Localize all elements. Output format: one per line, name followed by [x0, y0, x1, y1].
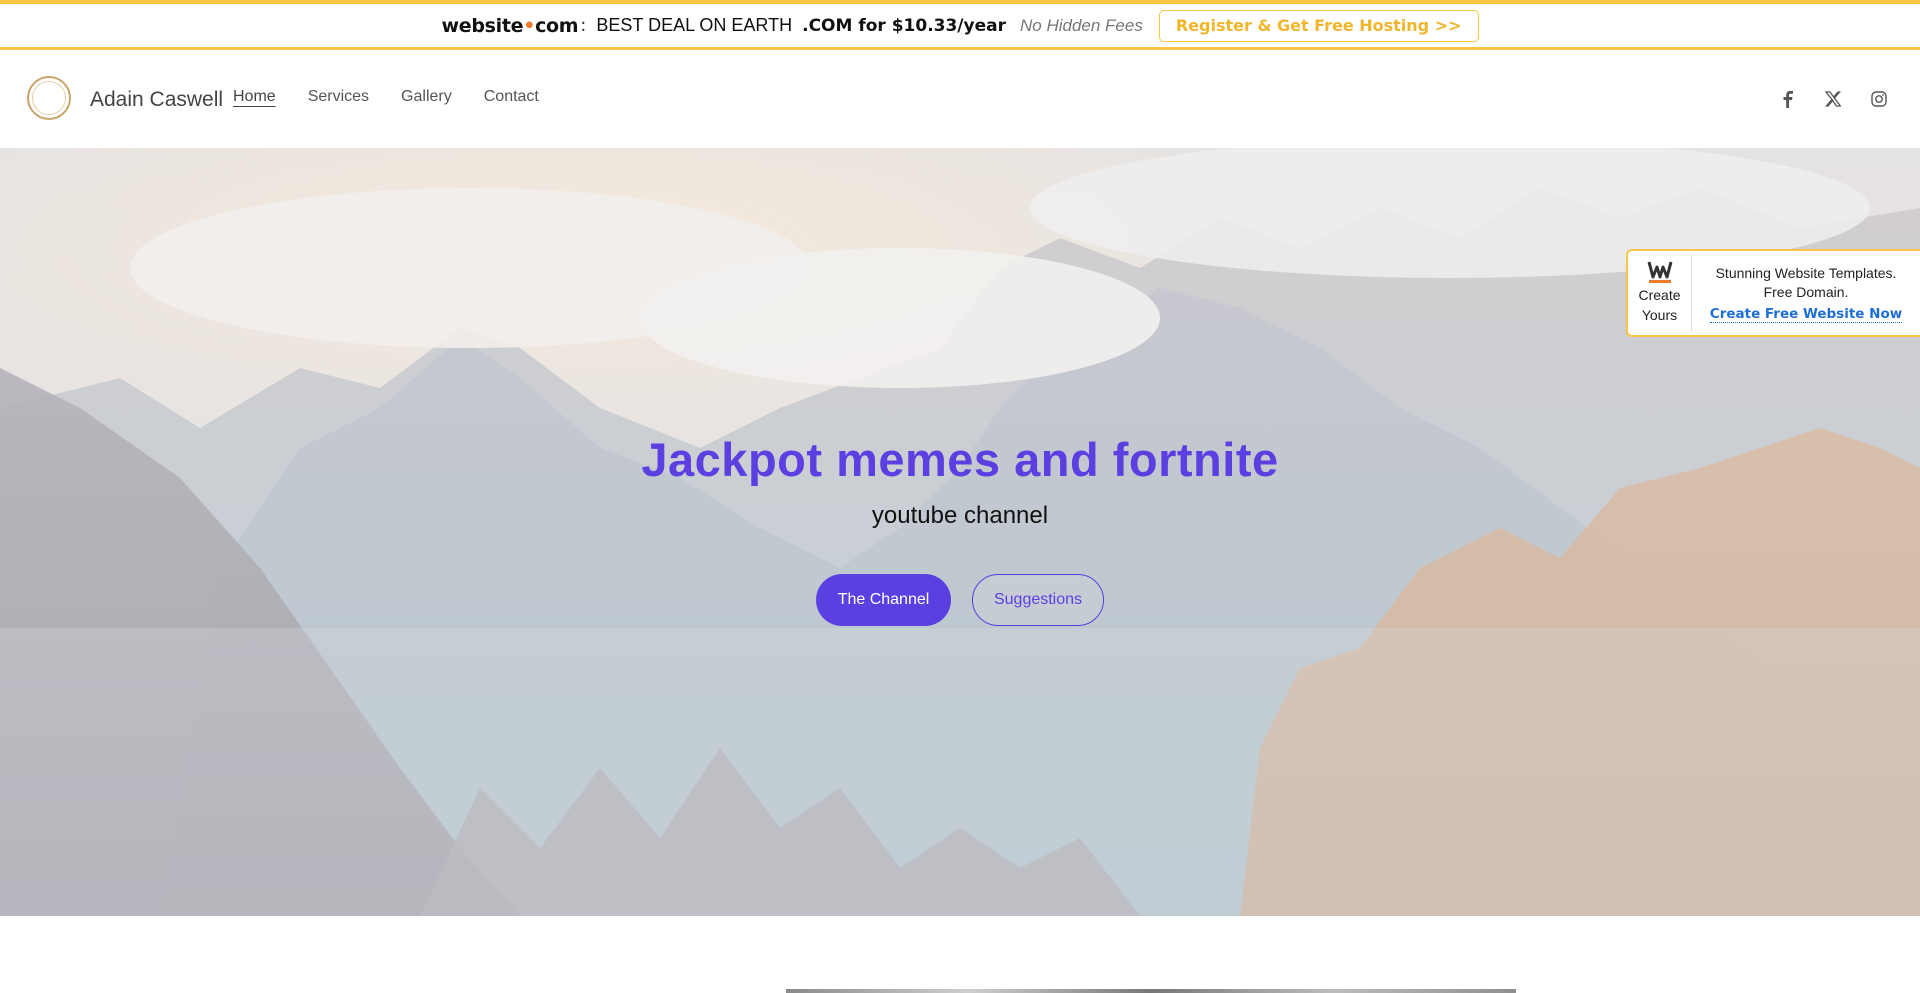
instagram-icon[interactable] [1868, 88, 1890, 110]
promo-bar: website•com : BEST DEAL ON EARTH .COM fo… [0, 0, 1920, 50]
suggestions-button[interactable]: Suggestions [972, 574, 1104, 626]
promo-colon: : [580, 15, 587, 36]
promo-logo[interactable]: website•com [441, 15, 578, 37]
hero-subtitle: youtube channel [871, 502, 1049, 529]
ad-templates-line1: Stunning Website Templates. [1715, 264, 1897, 281]
nav-item-gallery[interactable]: Gallery [401, 88, 452, 106]
brand-logo[interactable] [27, 76, 71, 120]
ad-create-line1: Create [1638, 287, 1681, 303]
website-w-logo-icon [1647, 261, 1672, 283]
ad-create-line2: Yours [1641, 307, 1678, 323]
ad-templates-line2: Free Domain. [1763, 283, 1849, 300]
x-icon[interactable] [1822, 88, 1844, 110]
next-section-image-peek [786, 989, 1516, 993]
promo-logo-main: website [441, 14, 524, 37]
next-section [0, 916, 1920, 993]
ad-create-text: Create Yours [1638, 285, 1680, 325]
main-nav: Home Services Gallery Contact [233, 88, 539, 106]
hero-title: Jackpot memes and fortnite [641, 433, 1279, 486]
register-hosting-button[interactable]: Register & Get Free Hosting >> [1158, 9, 1479, 42]
create-website-ad[interactable]: Create Yours Stunning Website Templates.… [1626, 249, 1920, 337]
ad-create-yours[interactable]: Create Yours [1628, 255, 1692, 331]
brand-logo-ring [32, 81, 66, 115]
nav-item-contact[interactable]: Contact [484, 88, 539, 106]
ad-message: Stunning Website Templates. Free Domain.… [1692, 264, 1920, 323]
promo-logo-dot: • [523, 14, 536, 37]
nav-item-services[interactable]: Services [308, 88, 369, 106]
facebook-icon[interactable] [1776, 88, 1798, 110]
promo-logo-tld: com [535, 14, 579, 37]
promo-deal-text: BEST DEAL ON EARTH [596, 15, 793, 35]
create-free-website-link[interactable]: Create Free Website Now [1709, 306, 1903, 323]
site-header: Adain Caswell Home Services Gallery Cont… [0, 50, 1920, 148]
nav-item-home[interactable]: Home [233, 88, 276, 106]
social-links [1776, 88, 1890, 110]
promo-price-text: .COM for $10.33/year [802, 15, 1006, 36]
brand-name[interactable]: Adain Caswell [90, 88, 223, 112]
promo-no-hidden-fees: No Hidden Fees [1020, 15, 1143, 35]
the-channel-button[interactable]: The Channel [816, 574, 951, 626]
